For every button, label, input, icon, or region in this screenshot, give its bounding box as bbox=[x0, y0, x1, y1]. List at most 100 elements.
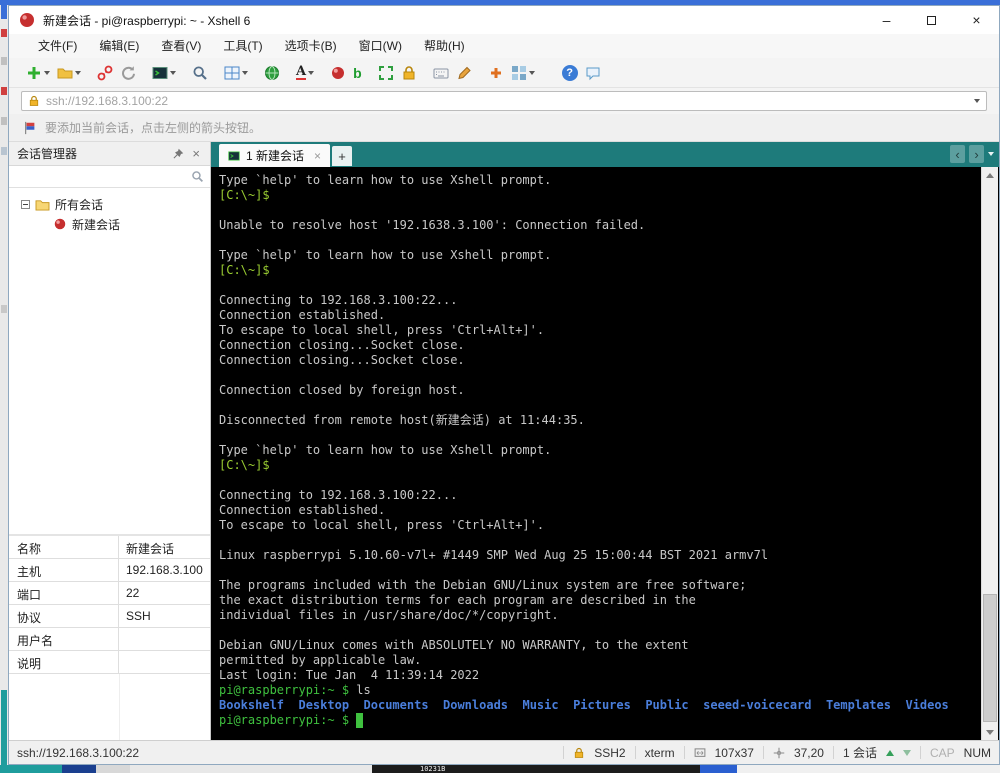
disconnect-button[interactable] bbox=[94, 61, 116, 85]
pin-icon bbox=[173, 148, 184, 158]
menu-edit[interactable]: 编辑(E) bbox=[88, 34, 150, 58]
terminal-icon bbox=[152, 66, 168, 79]
open-session-button[interactable] bbox=[54, 61, 84, 85]
font-button[interactable]: A bbox=[293, 61, 317, 85]
new-tab-button[interactable]: + bbox=[332, 146, 353, 166]
window-title: 新建会话 - pi@raspberrypi: ~ - Xshell 6 bbox=[43, 13, 251, 28]
lock-screen-button[interactable] bbox=[398, 61, 420, 85]
close-button[interactable]: × bbox=[954, 6, 999, 34]
filter-search-icon bbox=[192, 171, 204, 183]
flag-icon bbox=[25, 121, 35, 134]
maximize-button[interactable] bbox=[909, 6, 954, 34]
compose-button[interactable] bbox=[453, 61, 475, 85]
maximize-icon bbox=[927, 15, 936, 25]
status-address: ssh://192.168.3.100:22 bbox=[17, 745, 140, 760]
reconnect-button[interactable] bbox=[117, 61, 139, 85]
new-terminal-button[interactable] bbox=[149, 61, 179, 85]
new-terminal-dropdown-icon bbox=[170, 70, 176, 75]
tile-windows-button[interactable] bbox=[508, 61, 538, 85]
session-prev-icon[interactable] bbox=[885, 749, 894, 756]
xshell-logo-icon bbox=[20, 13, 34, 27]
terminal-scrollbar[interactable] bbox=[981, 167, 998, 740]
status-terminal-size: 107x37 bbox=[714, 745, 754, 760]
status-encryption: SSH2 bbox=[594, 745, 626, 760]
tab-new-session[interactable]: 1 新建会话 × bbox=[219, 144, 331, 167]
menu-tab[interactable]: 选项卡(B) bbox=[274, 34, 348, 58]
layout-dropdown-icon bbox=[242, 70, 248, 75]
session-manager-panel: 会话管理器 × 所有会话 新建会话 名称 新建会话 主机 192.168.3.1… bbox=[9, 142, 211, 740]
scrollbar-up-button[interactable] bbox=[982, 167, 998, 183]
help-button[interactable]: ? bbox=[559, 61, 581, 85]
session-next-icon[interactable] bbox=[902, 749, 911, 756]
close-panel-button[interactable]: × bbox=[188, 146, 204, 161]
property-row-host: 主机 192.168.3.100 bbox=[9, 559, 210, 582]
session-tab-icon bbox=[228, 151, 240, 160]
help-icon: ? bbox=[561, 64, 578, 81]
tab-bar: 1 新建会话 × + ‹ › bbox=[211, 142, 999, 167]
virtual-keyboard-button[interactable] bbox=[430, 61, 452, 85]
session-ball-icon bbox=[54, 218, 66, 230]
notice-bar: 要添加当前会话，点击左侧的箭头按钮。 bbox=[9, 114, 999, 142]
menu-view[interactable]: 查看(V) bbox=[150, 34, 212, 58]
tree-item-all-sessions[interactable]: 所有会话 bbox=[9, 194, 210, 214]
menu-window[interactable]: 窗口(W) bbox=[348, 34, 413, 58]
scrollbar-thumb[interactable] bbox=[983, 594, 997, 722]
background-window-fragment-left bbox=[0, 5, 8, 765]
tab-list-dropdown-icon[interactable] bbox=[988, 152, 994, 156]
pin-panel-button[interactable] bbox=[168, 148, 188, 160]
xftp-button[interactable]: b bbox=[350, 61, 365, 85]
toolbar: A b ? bbox=[9, 58, 999, 88]
minimize-button[interactable]: – bbox=[864, 6, 909, 34]
notice-text: 要添加当前会话，点击左侧的箭头按钮。 bbox=[45, 121, 262, 135]
lock-icon bbox=[403, 65, 415, 79]
address-input[interactable]: ssh://192.168.3.100:22 bbox=[21, 91, 987, 111]
layout-button[interactable] bbox=[221, 61, 251, 85]
fullscreen-button[interactable] bbox=[375, 61, 397, 85]
quick-command-button[interactable] bbox=[485, 61, 507, 85]
feedback-button[interactable] bbox=[582, 61, 604, 85]
session-manager-header: 会话管理器 × bbox=[9, 142, 210, 166]
menu-help[interactable]: 帮助(H) bbox=[413, 34, 476, 58]
property-row-protocol: 协议 SSH bbox=[9, 605, 210, 628]
menu-file[interactable]: 文件(F) bbox=[27, 34, 88, 58]
status-caps-lock: CAP bbox=[929, 745, 955, 760]
tree-child-label: 新建会话 bbox=[72, 217, 121, 232]
address-value: ssh://192.168.3.100:22 bbox=[46, 94, 169, 108]
xshell-session-button[interactable] bbox=[327, 61, 349, 85]
session-filter-input[interactable] bbox=[9, 166, 210, 188]
scrollbar-down-button[interactable] bbox=[982, 724, 998, 740]
tree-expander-icon[interactable] bbox=[21, 199, 30, 209]
status-session-count: 1 会话 bbox=[842, 746, 877, 760]
pen-icon bbox=[457, 66, 471, 79]
property-row-username: 用户名 bbox=[9, 628, 210, 651]
session-properties: 名称 新建会话 主机 192.168.3.100 端口 22 协议 SSH 用户… bbox=[9, 536, 210, 674]
property-row-description: 说明 bbox=[9, 651, 210, 674]
web-button[interactable] bbox=[261, 61, 283, 85]
title-bar: 新建会话 - pi@raspberrypi: ~ - Xshell 6 – × bbox=[9, 6, 999, 34]
font-icon: A bbox=[296, 64, 307, 80]
xshell-window: 新建会话 - pi@raspberrypi: ~ - Xshell 6 – × … bbox=[8, 5, 1000, 765]
property-row-name: 名称 新建会话 bbox=[9, 536, 210, 559]
menu-tools[interactable]: 工具(T) bbox=[212, 34, 273, 58]
tree-item-new-session[interactable]: 新建会话 bbox=[9, 214, 210, 234]
status-term-type[interactable]: xterm bbox=[645, 746, 675, 760]
open-session-dropdown-icon bbox=[75, 70, 81, 75]
status-num-lock: NUM bbox=[963, 745, 991, 760]
properties-empty-area bbox=[9, 674, 210, 740]
tab-label: 1 新建会话 bbox=[246, 149, 305, 163]
orange-plus-icon bbox=[490, 67, 501, 78]
find-button[interactable] bbox=[189, 61, 211, 85]
tab-close-icon[interactable]: × bbox=[310, 149, 321, 163]
new-session-button[interactable] bbox=[23, 61, 53, 85]
ssh-lock-icon bbox=[575, 747, 584, 758]
xftp-icon: b bbox=[353, 64, 362, 81]
tab-scroll-right-button[interactable]: › bbox=[969, 145, 984, 163]
tile-dropdown-icon bbox=[528, 70, 535, 75]
terminal-screen[interactable]: Type `help' to learn how to use Xshell p… bbox=[211, 167, 980, 740]
session-tree: 所有会话 新建会话 bbox=[9, 188, 210, 534]
expand-icon bbox=[378, 65, 393, 80]
tab-scroll-left-button[interactable]: ‹ bbox=[950, 145, 965, 163]
address-dropdown-icon[interactable] bbox=[974, 99, 980, 103]
menu-bar: 文件(F) 编辑(E) 查看(V) 工具(T) 选项卡(B) 窗口(W) 帮助(… bbox=[9, 34, 999, 58]
taskbar-fragment-text: 10231B bbox=[372, 765, 700, 773]
